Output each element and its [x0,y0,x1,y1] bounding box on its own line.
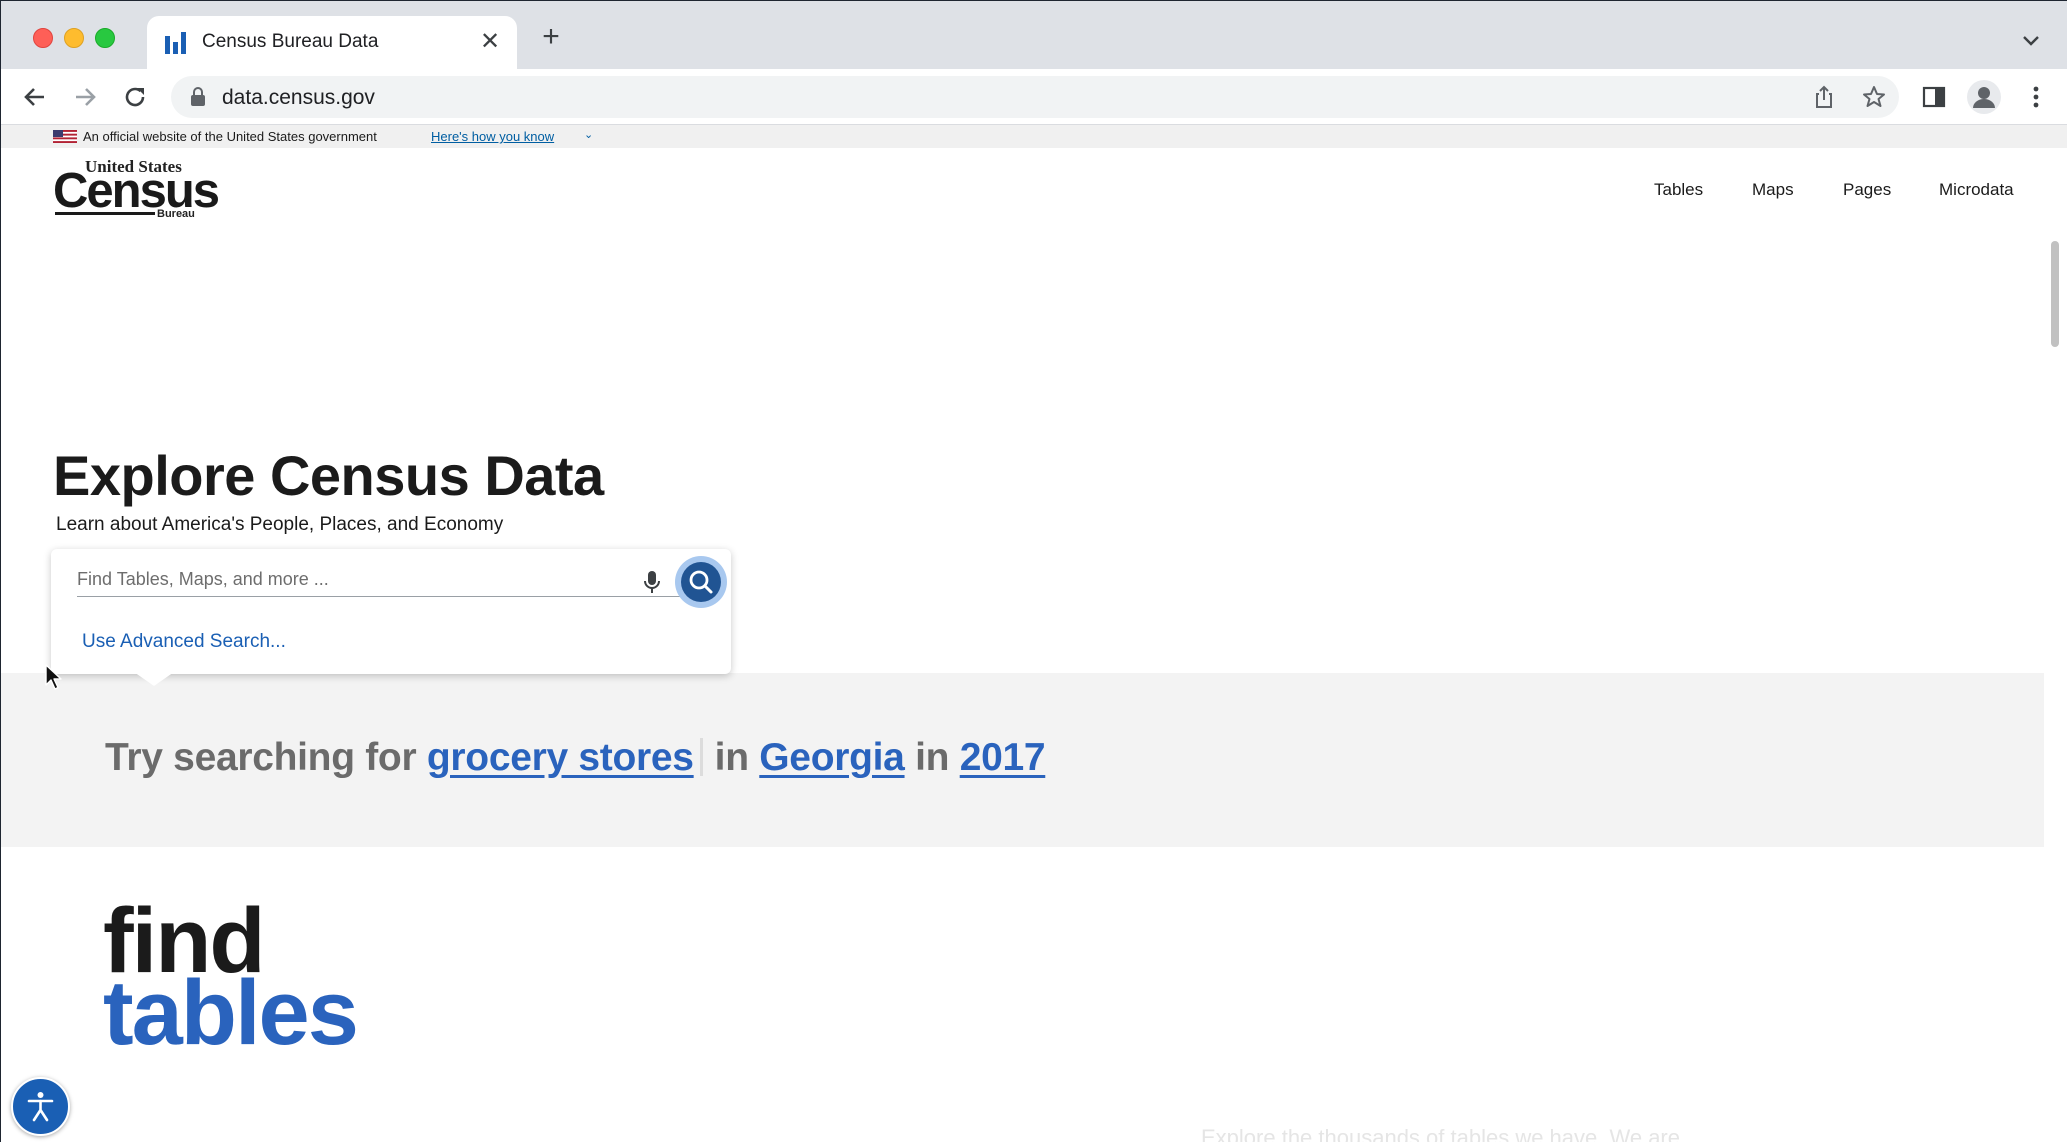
tab-strip: Census Bureau Data ✕ + [1,1,2067,69]
browser-window: Census Bureau Data ✕ + data.census.gov A… [0,0,2067,1142]
nav-maps[interactable]: Maps [1752,180,1794,200]
section-intro-text: Explore the thousands of tables we have.… [1201,1125,1680,1142]
browser-toolbar: data.census.gov [1,69,2067,125]
profile-avatar[interactable] [1967,80,2001,114]
accessibility-button[interactable] [11,1077,70,1136]
microphone-icon[interactable] [641,570,663,594]
bar-chart-icon [165,32,186,54]
gov-banner: An official website of the United States… [1,125,2067,148]
nav-tables[interactable]: Tables [1654,180,1703,200]
try-searching-band: Try searching for grocery stores in Georg… [1,673,2044,847]
chevron-down-icon[interactable]: ⌄ [584,128,593,141]
address-bar[interactable]: data.census.gov [171,76,1899,118]
suggestion-geography-link[interactable]: Georgia [759,736,905,779]
page-title: Explore Census Data [53,444,604,507]
search-icon [689,570,713,594]
share-icon[interactable] [1811,84,1837,110]
side-panel-icon[interactable] [1919,82,1949,112]
tab-title: Census Bureau Data [202,31,379,52]
heres-how-you-know-link[interactable]: Here's how you know [431,129,554,144]
logo-underline [55,212,155,215]
search-button-inner [681,562,721,602]
nav-pages[interactable]: Pages [1843,180,1891,200]
us-flag-icon [53,130,77,143]
try-in-2: in [915,736,950,779]
logo-bureau-text: Bureau [157,208,195,220]
try-searching-suggestion: Try searching for grocery stores in Georg… [105,736,1046,780]
new-tab-button[interactable]: + [536,22,566,53]
scrollbar[interactable] [2051,241,2059,347]
person-icon [1973,87,1995,108]
accessibility-icon [27,1092,54,1122]
nav-microdata[interactable]: Microdata [1939,180,2014,200]
url-text: data.census.gov [222,86,375,109]
reload-icon[interactable] [117,79,153,115]
search-card-pointer [134,672,174,686]
maximize-window-button[interactable] [95,28,115,48]
kebab-menu-icon[interactable] [2021,82,2051,112]
lock-icon [191,87,205,106]
search-card: Use Advanced Search... [51,549,731,674]
text-caret [699,738,703,776]
close-window-button[interactable] [33,28,53,48]
close-tab-icon[interactable]: ✕ [475,27,505,57]
mouse-cursor-icon [45,664,62,690]
advanced-search-link[interactable]: Use Advanced Search... [82,631,286,653]
browser-tab[interactable]: Census Bureau Data ✕ [147,16,517,69]
minimize-window-button[interactable] [64,28,84,48]
gov-banner-text: An official website of the United States… [83,129,377,144]
back-arrow-icon[interactable] [17,79,53,115]
try-in-1: in [714,736,749,779]
bookmark-star-icon[interactable] [1861,84,1887,110]
census-logo[interactable]: United States Census Bureau [53,157,220,221]
page-content: An official website of the United States… [1,125,2067,1142]
suggestion-year-link[interactable]: 2017 [960,736,1046,779]
try-prefix: Try searching for [105,736,417,779]
search-input[interactable] [77,563,685,597]
search-button[interactable] [675,556,727,608]
chevron-down-icon[interactable] [2017,27,2045,55]
suggestion-topic-link[interactable]: grocery stores [427,736,694,779]
page-subtitle: Learn about America's People, Places, an… [56,514,504,535]
forward-arrow-icon[interactable] [67,79,103,115]
section-title-tables: tables [103,962,359,1064]
